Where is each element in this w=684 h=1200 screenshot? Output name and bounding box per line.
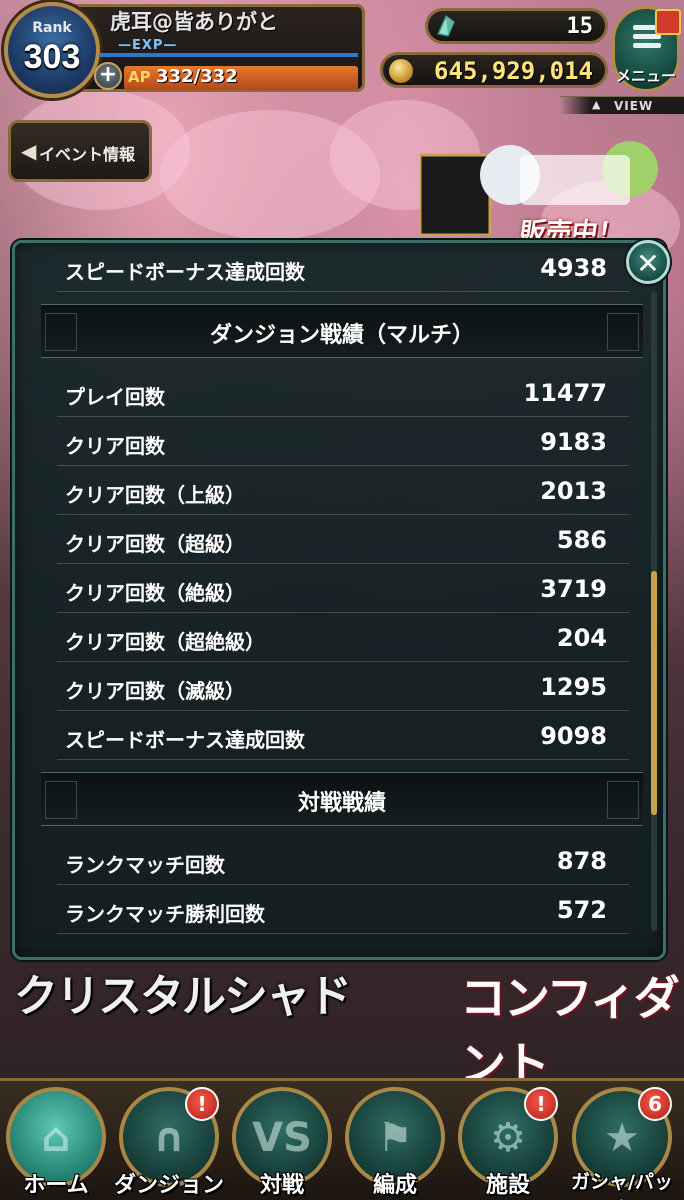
coin-count: 645,929,014 <box>434 57 593 85</box>
stat-row: クリア回数（超級） 586 <box>57 515 629 564</box>
nav-facility[interactable]: ⚙ ! 施設 <box>452 1087 564 1199</box>
ap-label: AP <box>128 68 151 86</box>
nav-battle[interactable]: VS 対戦 <box>226 1087 338 1199</box>
rank-value: 303 <box>23 38 81 76</box>
stat-label: クリア回数 <box>65 434 165 458</box>
nav-home[interactable]: ⌂ ホーム <box>0 1087 112 1199</box>
stat-label: ランクマッチ回数 <box>65 853 225 877</box>
stat-label: プレイ回数 <box>65 385 165 409</box>
menu-button[interactable]: メニュー <box>612 6 681 92</box>
crystal-count: 15 <box>566 14 594 39</box>
stat-value: 9183 <box>540 428 607 456</box>
close-button[interactable]: ✕ <box>626 240 670 284</box>
caret-up-icon: ▲ <box>592 98 601 111</box>
rank-badge: Rank 303 <box>4 2 100 98</box>
section-header-battle: 対戦戦績 <box>41 772 643 826</box>
stat-row: クリア回数（超絶級） 204 <box>57 613 629 662</box>
stat-row: プレイ回数 11477 <box>57 368 629 417</box>
stat-value: 586 <box>556 526 607 554</box>
count-badge: 6 <box>638 1087 672 1121</box>
scrollbar-thumb[interactable] <box>651 571 657 815</box>
stat-row: スピードボーナス達成回数 9098 <box>57 711 629 760</box>
stat-label: クリア回数（滅級） <box>65 679 245 703</box>
gift-icon <box>655 9 681 35</box>
stat-value: 572 <box>556 896 607 924</box>
nav-label: 編成 <box>372 1173 417 1198</box>
stat-value: 4938 <box>540 254 607 282</box>
stat-row: クリア回数（絶級） 3719 <box>57 564 629 613</box>
section-header-multi: ダンジョン戦績（マルチ） <box>41 304 643 358</box>
nav-label: ダンジョン <box>113 1173 224 1198</box>
stat-row: クリア回数 9183 <box>57 417 629 466</box>
stats-dialog: スピードボーナス達成回数 4938 ダンジョン戦績（マルチ） プレイ回数 114… <box>12 240 666 960</box>
nav-label: 対戦 <box>259 1173 304 1198</box>
stat-row: ランクマッチ回数 878 <box>57 836 629 885</box>
stat-value: 11477 <box>523 379 608 407</box>
stats-list[interactable]: スピードボーナス達成回数 4938 ダンジョン戦績（マルチ） プレイ回数 114… <box>15 243 663 934</box>
arrow-left-icon: ◀ <box>21 139 37 163</box>
stat-label: クリア回数（超絶級） <box>65 630 265 654</box>
view-toggle[interactable]: ▲ VIEW <box>560 96 684 114</box>
close-icon: ✕ <box>636 247 660 280</box>
lower-banner-right[interactable]: コンフィダント <box>460 962 684 1094</box>
stat-row: クリア回数（上級） 2013 <box>57 466 629 515</box>
stat-label: スピードボーナス達成回数 <box>65 728 305 752</box>
menu-label: メニュー <box>615 67 676 85</box>
stat-label: ランクマッチ勝利回数 <box>65 902 265 926</box>
crystal-icon <box>436 14 455 37</box>
crystal-counter[interactable]: 15 <box>425 8 608 44</box>
lower-banner-left[interactable]: クリスタルシャド <box>14 960 352 1024</box>
stat-row: スピードボーナス達成回数 4938 <box>57 243 629 292</box>
nav-label: ホーム <box>23 1173 89 1198</box>
stat-label: スピードボーナス達成回数 <box>65 260 305 284</box>
exp-label: —EXP— <box>118 38 178 53</box>
stat-value: 3719 <box>540 575 607 603</box>
stat-label: クリア回数（超級） <box>65 532 245 556</box>
stat-label: クリア回数（絶級） <box>65 581 245 605</box>
view-label: VIEW <box>614 99 654 113</box>
ap-value: 332/332 <box>156 66 238 87</box>
section-title: 対戦戦績 <box>297 791 386 816</box>
top-hud: Rank 303 虎耳@皆ありがと —EXP— + AP 332/332 15 … <box>0 0 684 114</box>
ap-recover-button[interactable]: + <box>94 62 122 90</box>
nav-formation[interactable]: ⚑ 編成 <box>339 1087 451 1199</box>
stat-row: ランクマッチ勝利回数 572 <box>57 885 629 934</box>
event-info-label: イベント情報 <box>39 145 136 164</box>
stat-row: クリア回数（滅級） 1295 <box>57 662 629 711</box>
stat-label: クリア回数（上級） <box>65 483 245 507</box>
stat-value: 878 <box>556 847 607 875</box>
alert-badge: ! <box>524 1087 558 1121</box>
alert-badge: ! <box>185 1087 219 1121</box>
stat-value: 1295 <box>540 673 607 701</box>
player-name: 虎耳@皆ありがと <box>110 10 278 34</box>
stat-value: 204 <box>556 624 607 652</box>
bottom-nav: ⌂ ホーム ∩ ! ダンジョン VS 対戦 ⚑ 編成 ⚙ ! 施設 ★ 6 ガシ… <box>0 1078 684 1200</box>
nav-label: 施設 <box>485 1173 530 1198</box>
rank-label: Rank <box>32 20 72 36</box>
event-info-button[interactable]: ◀ イベント情報 <box>8 120 152 182</box>
coin-counter: 645,929,014 <box>380 52 608 88</box>
section-title: ダンジョン戦績（マルチ） <box>209 323 474 348</box>
stat-value: 2013 <box>540 477 607 505</box>
nav-gacha[interactable]: ★ 6 ガシャ/パック <box>566 1087 678 1200</box>
coin-icon <box>389 59 413 83</box>
nav-dungeon[interactable]: ∩ ! ダンジョン <box>113 1087 225 1199</box>
exp-bar <box>100 53 358 57</box>
nav-label: ガシャ/パック <box>571 1171 673 1200</box>
stat-value: 9098 <box>540 722 607 750</box>
